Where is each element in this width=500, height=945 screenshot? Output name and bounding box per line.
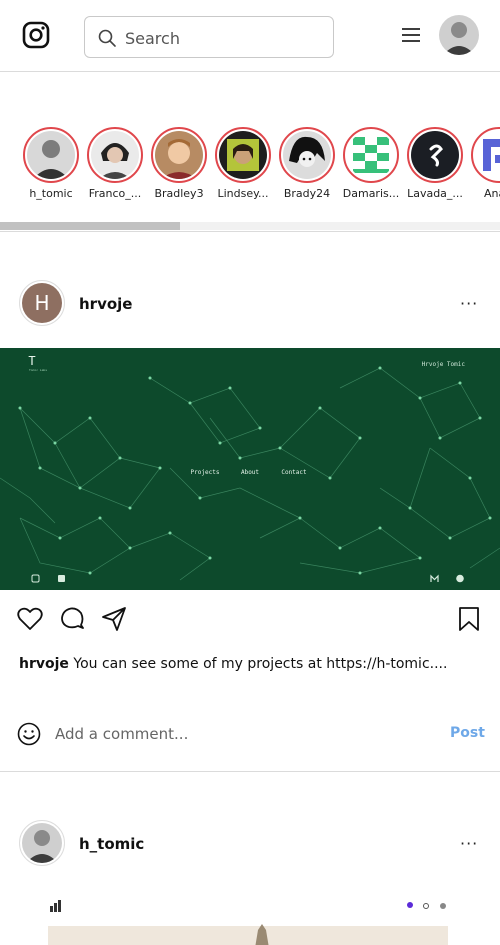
avatar-letter: H <box>34 291 50 315</box>
stories-strip: h_tomic Franco_... Bradley3 Lindsey... B… <box>0 72 500 232</box>
top-nav-bar <box>0 0 500 72</box>
add-comment-row: Post <box>0 720 500 750</box>
story-username: Franco_... <box>88 187 142 200</box>
share-send-icon[interactable] <box>100 605 128 633</box>
comment-input[interactable] <box>55 722 435 746</box>
search-icon <box>98 29 116 47</box>
story-item[interactable]: Bradley3 <box>149 127 209 200</box>
story-item[interactable]: h_tomic <box>21 127 81 200</box>
post-username[interactable]: hrvoje <box>79 295 132 313</box>
site-nav-projects: Projects <box>191 469 220 476</box>
instagram-icon[interactable] <box>22 21 50 49</box>
post-comment-button[interactable]: Post <box>450 725 485 741</box>
bookmark-icon[interactable] <box>455 605 483 633</box>
post-actions <box>0 605 500 639</box>
site-nav-contact: Contact <box>281 469 307 476</box>
story-username: Brady24 <box>283 187 331 200</box>
post-card: H hrvoje ··· T Tomic Labs Hrvoje Tomic P… <box>0 232 500 772</box>
story-item[interactable]: Franco_... <box>85 127 145 200</box>
post-image[interactable] <box>0 888 500 945</box>
more-options-icon[interactable]: ··· <box>460 834 478 853</box>
scrollbar-thumb[interactable] <box>0 222 180 230</box>
story-username: Anais <box>483 187 500 200</box>
story-item[interactable]: Brady24 <box>277 127 337 200</box>
post-image[interactable]: T Tomic Labs Hrvoje Tomic Projects About… <box>0 348 500 590</box>
profile-avatar[interactable] <box>439 15 479 55</box>
site-nav-about: About <box>241 469 259 476</box>
emoji-smiley-icon[interactable] <box>17 722 41 746</box>
story-item[interactable]: Lavada_... <box>405 127 465 200</box>
more-options-icon[interactable]: ··· <box>460 294 478 313</box>
story-username: Lindsey... <box>217 187 269 200</box>
caption-username[interactable]: hrvoje <box>19 656 69 672</box>
story-item[interactable]: Anais <box>469 127 500 200</box>
site-logo: T <box>28 354 35 368</box>
post-caption: hrvoje You can see some of my projects a… <box>19 656 479 672</box>
stories-scrollbar[interactable] <box>0 222 500 230</box>
caption-text: You can see some of my projects at https… <box>73 656 448 672</box>
comment-bubble-icon[interactable] <box>58 605 86 633</box>
hamburger-menu-icon[interactable] <box>400 26 422 44</box>
search-input[interactable] <box>125 25 325 51</box>
story-username: Damaris... <box>342 187 400 200</box>
post-avatar[interactable]: H <box>19 280 65 326</box>
post-username[interactable]: h_tomic <box>79 835 144 853</box>
search-box[interactable] <box>84 16 334 58</box>
like-heart-icon[interactable] <box>16 605 44 633</box>
story-username: Lavada_... <box>407 187 463 200</box>
site-title: Hrvoje Tomic <box>422 361 466 368</box>
story-username: Bradley3 <box>154 187 204 200</box>
website-screenshot: T Tomic Labs Hrvoje Tomic Projects About… <box>0 348 500 590</box>
site-logo-sub: Tomic Labs <box>29 368 47 372</box>
post-card: h_tomic ··· <box>0 772 500 945</box>
story-item[interactable]: Damaris... <box>341 127 401 200</box>
post-avatar[interactable] <box>19 820 65 866</box>
story-username: h_tomic <box>29 187 73 200</box>
story-item[interactable]: Lindsey... <box>213 127 273 200</box>
